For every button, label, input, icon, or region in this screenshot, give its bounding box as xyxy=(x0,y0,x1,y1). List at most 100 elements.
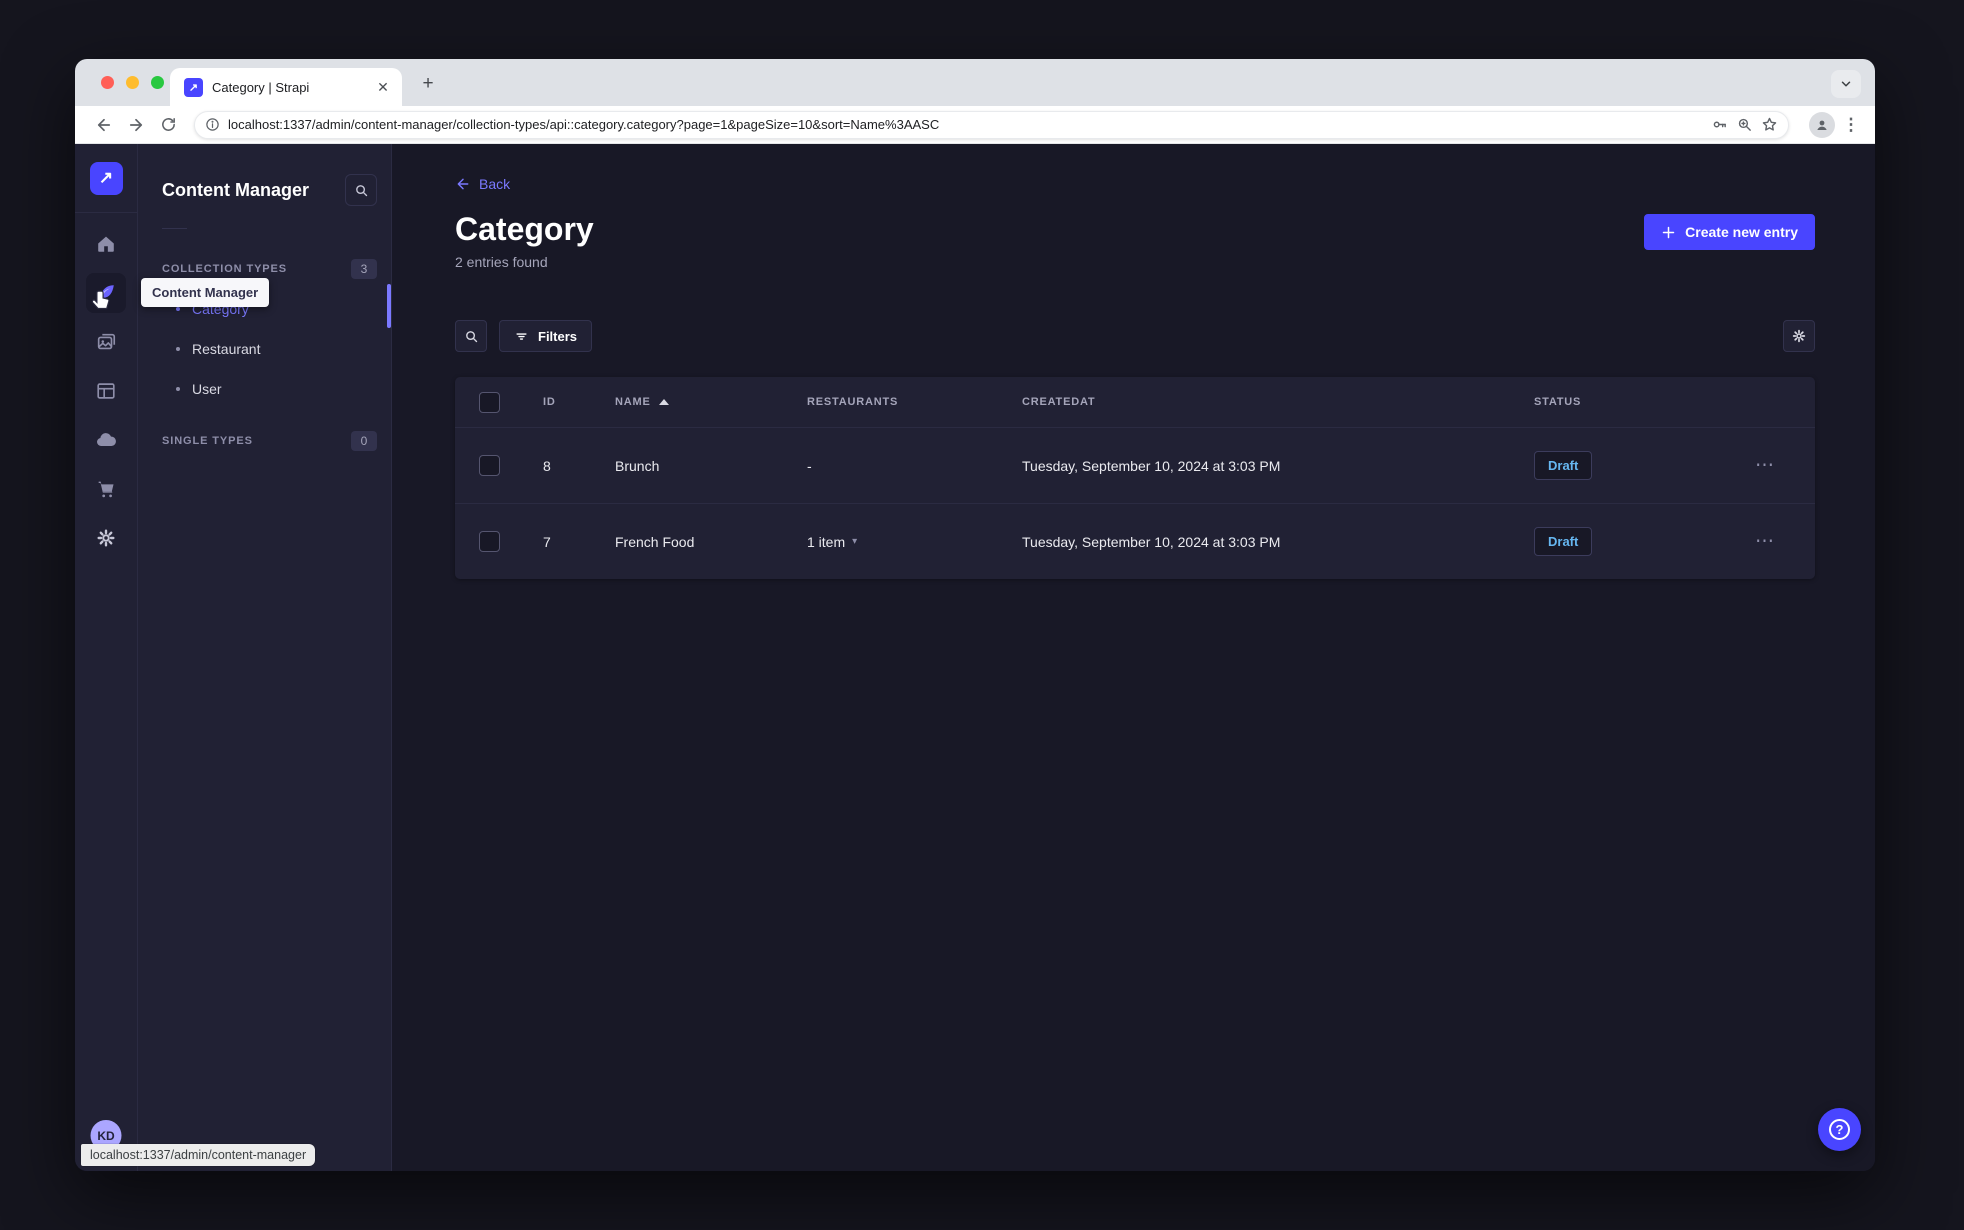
plus-icon xyxy=(1662,226,1675,238)
browser-status-bar: localhost:1337/admin/content-manager xyxy=(81,1144,316,1166)
content-type-builder-icon xyxy=(97,382,115,399)
row-checkbox[interactable] xyxy=(479,531,500,552)
browser-toolbar: localhost:1337/admin/content-manager/col… xyxy=(75,106,1875,144)
status-badge: Draft xyxy=(1534,451,1593,480)
bullet-icon xyxy=(176,387,180,391)
cell-name: French Food xyxy=(615,533,695,550)
row-actions-button[interactable]: ⋯ xyxy=(1755,456,1775,475)
main-content: Back Category 2 entries found Create new… xyxy=(392,144,1875,1171)
media-library-icon xyxy=(97,333,116,349)
active-item-indicator xyxy=(387,284,391,328)
column-header-createdat[interactable]: CREATEDAT xyxy=(998,396,1510,408)
table-settings-button[interactable] xyxy=(1783,320,1815,352)
subnav-title: Content Manager xyxy=(162,179,310,200)
column-header-name[interactable]: NAME xyxy=(591,396,783,408)
bullet-icon xyxy=(176,307,180,311)
search-icon xyxy=(465,330,477,342)
sidebar-item-marketplace[interactable] xyxy=(75,464,137,513)
cell-restaurants[interactable]: 1 item ▾ xyxy=(783,534,998,550)
site-info-icon[interactable] xyxy=(205,117,220,132)
column-header-restaurants[interactable]: RESTAURANTS xyxy=(783,396,998,408)
filter-icon xyxy=(516,332,527,340)
entries-table: ID NAME RESTAURANTS CREATEDAT STATUS 8 B… xyxy=(455,377,1815,579)
help-button[interactable]: ? xyxy=(1818,1108,1861,1151)
tab-title: Category | Strapi xyxy=(212,79,310,95)
search-icon xyxy=(355,184,367,196)
select-all-checkbox[interactable] xyxy=(479,391,500,413)
zoom-page-icon[interactable] xyxy=(1736,116,1753,133)
window-controls xyxy=(101,76,164,89)
row-checkbox[interactable] xyxy=(479,455,500,476)
cloud-icon xyxy=(97,432,116,446)
row-actions-button[interactable]: ⋯ xyxy=(1755,532,1775,551)
cell-id: 7 xyxy=(543,533,551,550)
sidebar-item-content-type-builder[interactable] xyxy=(75,366,137,415)
home-icon xyxy=(98,236,114,252)
cell-createdat: Tuesday, September 10, 2024 at 3:03 PM xyxy=(1022,457,1281,474)
bullet-icon xyxy=(176,347,180,351)
column-label: NAME xyxy=(615,396,651,408)
back-link[interactable]: Back xyxy=(455,176,510,192)
gear-icon xyxy=(1792,329,1806,343)
table-header-row: ID NAME RESTAURANTS CREATEDAT STATUS xyxy=(455,377,1815,427)
cell-id: 8 xyxy=(543,457,551,474)
sidebar-item-home[interactable] xyxy=(75,219,137,268)
browser-tab[interactable]: ↗ Category | Strapi ✕ xyxy=(170,68,402,106)
browser-menu-icon[interactable]: ⋮ xyxy=(1839,115,1863,135)
strapi-logo-icon: ↗ xyxy=(89,161,123,195)
forward-nav-icon[interactable] xyxy=(122,111,150,139)
subnav-item-restaurant[interactable]: Restaurant xyxy=(138,329,391,369)
main-sidebar: ↗ KD xyxy=(75,144,138,1171)
column-header-status[interactable]: STATUS xyxy=(1510,396,1710,408)
browser-tab-strip: ↗ Category | Strapi ✕ + xyxy=(75,59,1875,106)
cell-name: Brunch xyxy=(615,457,660,474)
url-text[interactable]: localhost:1337/admin/content-manager/col… xyxy=(228,117,1703,132)
collection-types-count-badge: 3 xyxy=(351,259,377,279)
entries-count: 2 entries found xyxy=(455,254,548,270)
sort-ascending-icon xyxy=(658,399,669,405)
browser-profile-icon[interactable] xyxy=(1809,111,1835,138)
divider xyxy=(162,228,187,229)
arrow-left-icon xyxy=(457,178,469,190)
tab-close-icon[interactable]: ✕ xyxy=(374,78,392,96)
chevron-down-icon: ▾ xyxy=(852,536,858,547)
strapi-logo[interactable]: ↗ xyxy=(75,144,137,213)
page-title: Category xyxy=(455,211,594,247)
single-types-section: SINGLE TYPES 0 xyxy=(138,427,391,455)
subnav-search-button[interactable] xyxy=(345,174,377,206)
table-search-button[interactable] xyxy=(455,320,487,352)
section-label: COLLECTION TYPES xyxy=(162,263,288,275)
close-window-button[interactable] xyxy=(101,76,114,89)
table-row[interactable]: 7 French Food 1 item ▾ Tuesday, Septembe… xyxy=(455,503,1815,579)
restaurants-count: 1 item xyxy=(807,533,846,550)
filters-button[interactable]: Filters xyxy=(499,320,593,352)
subnav-item-label: User xyxy=(192,381,222,397)
table-row[interactable]: 8 Brunch - Tuesday, September 10, 2024 a… xyxy=(455,427,1815,503)
sidebar-item-media-library[interactable] xyxy=(75,317,137,366)
table-actions-row: Filters xyxy=(455,320,1815,352)
filters-label: Filters xyxy=(538,328,578,344)
tab-search-chevron-icon[interactable] xyxy=(1831,70,1861,98)
sidebar-item-settings[interactable] xyxy=(75,513,137,562)
minimize-window-button[interactable] xyxy=(126,76,139,89)
sidebar-item-cloud[interactable] xyxy=(75,415,137,464)
subnav-item-user[interactable]: User xyxy=(138,369,391,409)
gear-icon xyxy=(97,528,115,547)
new-tab-button[interactable]: + xyxy=(415,71,441,97)
section-label: SINGLE TYPES xyxy=(162,435,253,447)
bookmark-star-icon[interactable] xyxy=(1761,116,1778,133)
status-badge: Draft xyxy=(1534,527,1593,556)
cell-restaurants: - xyxy=(807,457,812,474)
column-header-id[interactable]: ID xyxy=(519,396,591,408)
password-key-icon[interactable] xyxy=(1711,116,1728,133)
url-bar[interactable]: localhost:1337/admin/content-manager/col… xyxy=(194,110,1789,139)
single-types-count-badge: 0 xyxy=(351,431,377,451)
reload-icon[interactable] xyxy=(154,111,182,139)
sidebar-item-content-manager[interactable] xyxy=(75,268,137,317)
maximize-window-button[interactable] xyxy=(151,76,164,89)
subnav-item-label: Restaurant xyxy=(192,341,261,357)
browser-window: ↗ Category | Strapi ✕ + localhost:1337/a… xyxy=(75,59,1875,1171)
question-mark-icon: ? xyxy=(1829,1119,1850,1140)
create-new-entry-button[interactable]: Create new entry xyxy=(1644,214,1815,250)
back-nav-icon[interactable] xyxy=(90,111,118,139)
